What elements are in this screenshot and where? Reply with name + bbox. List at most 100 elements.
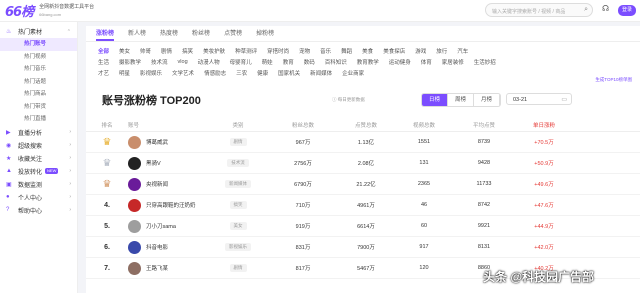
category-chip[interactable]: 家居装修 bbox=[442, 58, 464, 66]
category-chip[interactable]: 萌娃 bbox=[262, 58, 273, 66]
sidebar-item-0[interactable]: 热门账号 bbox=[0, 38, 77, 51]
tab-2[interactable]: 热度榜 bbox=[160, 26, 178, 41]
table-row[interactable]: ♛ 央视新闻 新闻媒体 6790万 21.22亿 2365 11733 +49.6万 bbox=[86, 174, 640, 195]
sidebar-group-1[interactable]: ▶ 直播分析 › bbox=[0, 126, 77, 139]
sidebar-item-4[interactable]: 热门商品 bbox=[0, 88, 77, 101]
tab-3[interactable]: 粉丝榜 bbox=[192, 26, 210, 41]
category-chip[interactable]: 教育 bbox=[283, 58, 294, 66]
col-daily-gain[interactable]: 单日涨粉 bbox=[514, 121, 574, 129]
sidebar-item-6[interactable]: 热门直播 bbox=[0, 113, 77, 126]
avatar[interactable] bbox=[128, 156, 141, 170]
sidebar-item-1[interactable]: 热门视频 bbox=[0, 51, 77, 64]
category-chip[interactable]: 企业商家 bbox=[342, 69, 364, 77]
headset-icon[interactable]: ☊ bbox=[602, 4, 609, 13]
col-likes[interactable]: 点赞总数 bbox=[338, 121, 394, 129]
category-chip[interactable]: 明星 bbox=[119, 69, 130, 77]
sidebar-group-3[interactable]: ★ 收藏关注 › bbox=[0, 152, 77, 165]
category-chip[interactable]: 国家机关 bbox=[278, 69, 300, 77]
sidebar-item-2[interactable]: 热门音乐 bbox=[0, 63, 77, 76]
category-chip[interactable]: 种草测评 bbox=[235, 47, 257, 55]
category-chip[interactable]: 汽车 bbox=[457, 47, 468, 55]
category-chip[interactable]: 百科知识 bbox=[325, 58, 347, 66]
avatar[interactable] bbox=[128, 261, 141, 275]
period-option-2[interactable]: 月榜 bbox=[474, 94, 500, 106]
category-chip[interactable]: 健康 bbox=[257, 69, 268, 77]
account-name[interactable]: 刀小刀sama bbox=[146, 222, 176, 230]
account-cell[interactable]: 刀小刀sama bbox=[128, 219, 208, 233]
category-chip[interactable]: 摄影教学 bbox=[119, 58, 141, 66]
category-chip[interactable]: 游戏 bbox=[415, 47, 426, 55]
category-chip[interactable]: 美食探店 bbox=[383, 47, 405, 55]
account-cell[interactable]: 博葛威武 bbox=[128, 135, 208, 149]
category-chip[interactable]: 技术流 bbox=[151, 58, 168, 66]
category-chip[interactable]: 教育教学 bbox=[357, 58, 379, 66]
tab-1[interactable]: 新人榜 bbox=[128, 26, 146, 41]
account-cell[interactable]: 黑骑V bbox=[128, 156, 208, 170]
account-name[interactable]: 黑骑V bbox=[146, 159, 161, 167]
account-cell[interactable]: 抖音电影 bbox=[128, 240, 208, 254]
col-avg-likes[interactable]: 平均点赞 bbox=[454, 121, 514, 129]
avatar[interactable] bbox=[128, 240, 141, 254]
account-name[interactable]: 只穿高跟鞋的汪奶奶 bbox=[146, 201, 196, 209]
account-cell[interactable]: 王路飞某 bbox=[128, 261, 208, 275]
category-chip[interactable]: 音乐 bbox=[320, 47, 331, 55]
table-row[interactable]: 4. 只穿高跟鞋的汪奶奶 搞笑 710万 4961万 46 8742 +47.6万 bbox=[86, 195, 640, 216]
category-chip[interactable]: 生活 bbox=[98, 58, 109, 66]
tab-4[interactable]: 点赞榜 bbox=[224, 26, 242, 41]
table-row[interactable]: ♛ 黑骑V 技术流 2756万 2.08亿 131 9428 +50.9万 bbox=[86, 153, 640, 174]
sidebar-item-5[interactable]: 热门带货 bbox=[0, 101, 77, 114]
account-name[interactable]: 央视新闻 bbox=[146, 180, 168, 188]
category-chip[interactable]: 文学艺术 bbox=[172, 69, 194, 77]
sidebar-group-6[interactable]: ● 个人中心 › bbox=[0, 191, 77, 204]
avatar[interactable] bbox=[128, 135, 141, 149]
search-input[interactable]: 输入关键字搜索账号 / 视频 / 商品 ⌕ bbox=[485, 3, 593, 17]
category-chip[interactable]: 影视娱乐 bbox=[140, 69, 162, 77]
category-chip[interactable]: 宠物 bbox=[299, 47, 310, 55]
account-name[interactable]: 抖音电影 bbox=[146, 243, 168, 251]
account-name[interactable]: 博葛威武 bbox=[146, 138, 168, 146]
category-chip[interactable]: 体育 bbox=[421, 58, 432, 66]
category-chip[interactable]: 数码 bbox=[304, 58, 315, 66]
category-chip[interactable]: 舞蹈 bbox=[341, 47, 352, 55]
account-name[interactable]: 王路飞某 bbox=[146, 264, 168, 272]
table-row[interactable]: 5. 刀小刀sama 美女 919万 6614万 60 9921 +44.9万 bbox=[86, 216, 640, 237]
table-row[interactable]: ♛ 博葛威武 剧情 967万 1.13亿 1551 8739 +70.5万 bbox=[86, 132, 640, 153]
account-cell[interactable]: 只穿高跟鞋的汪奶奶 bbox=[128, 198, 208, 212]
account-cell[interactable]: 央视新闻 bbox=[128, 177, 208, 191]
login-button[interactable]: 登录 bbox=[618, 5, 636, 16]
category-chip[interactable]: 母婴育儿 bbox=[230, 58, 252, 66]
category-chip[interactable]: 搞笑 bbox=[182, 47, 193, 55]
sidebar-group-0[interactable]: ♨ 热门素材 ⌃ bbox=[0, 25, 77, 38]
category-chip[interactable]: 美妆护肤 bbox=[203, 47, 225, 55]
category-chip[interactable]: 全部 bbox=[98, 47, 109, 55]
category-chip[interactable]: 情感励志 bbox=[204, 69, 226, 77]
category-chip[interactable]: 生活妙招 bbox=[474, 58, 496, 66]
category-chip[interactable]: 帅哥 bbox=[140, 47, 151, 55]
tab-5[interactable]: 掉粉榜 bbox=[256, 26, 274, 41]
sidebar-group-5[interactable]: ▣ 数据监测 › bbox=[0, 178, 77, 191]
logo[interactable]: 66榜 全网新抖音数据工具平台 66bang.com bbox=[5, 1, 94, 21]
avatar[interactable] bbox=[128, 219, 141, 233]
category-chip[interactable]: 美女 bbox=[119, 47, 130, 55]
sidebar-group-4[interactable]: ▲ 投放转化 NEW › bbox=[0, 165, 77, 178]
period-option-1[interactable]: 周榜 bbox=[448, 94, 474, 106]
category-chip[interactable]: 穿搭时尚 bbox=[267, 47, 289, 55]
generate-top10-link[interactable]: 生成TOP10榜单图 bbox=[595, 77, 632, 83]
avatar[interactable] bbox=[128, 198, 141, 212]
category-chip[interactable]: 新闻媒体 bbox=[310, 69, 332, 77]
category-chip[interactable]: 三农 bbox=[236, 69, 247, 77]
search-icon[interactable]: ⌕ bbox=[584, 6, 588, 14]
sidebar-group-7[interactable]: ? 帮助中心 › bbox=[0, 204, 77, 217]
category-chip[interactable]: vlog bbox=[178, 59, 188, 65]
col-videos[interactable]: 视频总数 bbox=[394, 121, 454, 129]
col-fans[interactable]: 粉丝总数 bbox=[268, 121, 338, 129]
date-picker[interactable]: 03-21 ▭ bbox=[506, 93, 572, 105]
sidebar-group-2[interactable]: ◉ 超级搜索 › bbox=[0, 139, 77, 152]
category-chip[interactable]: 剧情 bbox=[161, 47, 172, 55]
category-chip[interactable]: 才艺 bbox=[98, 69, 109, 77]
category-chip[interactable]: 动漫人物 bbox=[198, 58, 220, 66]
avatar[interactable] bbox=[128, 177, 141, 191]
table-row[interactable]: 6. 抖音电影 影视娱乐 831万 7900万 917 8131 +42.0万 bbox=[86, 237, 640, 258]
category-chip[interactable]: 旅行 bbox=[436, 47, 447, 55]
category-chip[interactable]: 美食 bbox=[362, 47, 373, 55]
